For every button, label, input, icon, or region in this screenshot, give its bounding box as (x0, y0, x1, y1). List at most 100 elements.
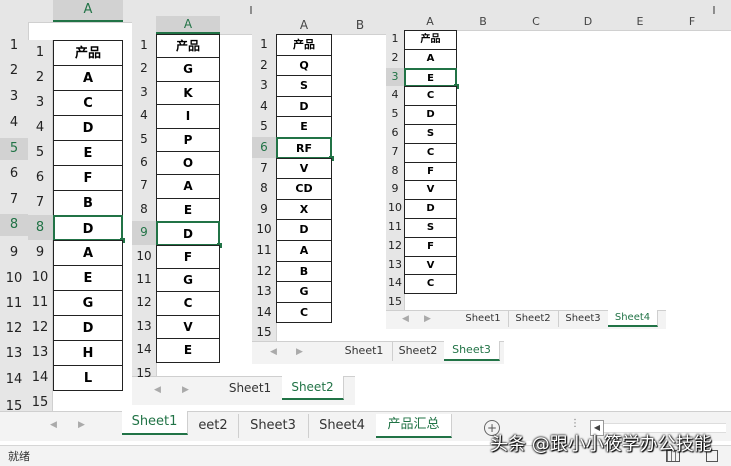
row-number[interactable]: 3 (386, 67, 404, 87)
row-number[interactable]: 10 (28, 265, 52, 290)
product-cell[interactable]: E (276, 116, 332, 138)
row-number[interactable]: 15 (132, 362, 156, 385)
tab-nav-next[interactable]: ▶ (296, 347, 303, 357)
more-options-icon[interactable]: ⋮ (570, 418, 580, 429)
row-number[interactable]: 8 (386, 162, 404, 181)
row-number[interactable]: 11 (252, 240, 276, 261)
row-number[interactable]: 5 (132, 128, 156, 151)
tab-sheet2[interactable]: Sheet2 (508, 310, 559, 327)
product-cell[interactable]: A (53, 240, 123, 266)
column-header-a[interactable]: A (404, 14, 456, 30)
row-number[interactable]: 5 (386, 105, 404, 124)
row-number[interactable]: 11 (386, 218, 404, 237)
product-cell[interactable]: D (276, 219, 332, 241)
tab-nav-prev[interactable]: ◀ (154, 385, 161, 395)
row-number[interactable]: 7 (0, 189, 28, 211)
row-number[interactable]: 9 (132, 221, 156, 245)
tab-sheet2[interactable]: Sheet2 (282, 376, 344, 400)
column-header-b[interactable]: B (332, 16, 388, 34)
product-cell[interactable]: G (276, 281, 332, 303)
product-cell[interactable]: C (156, 291, 220, 316)
row-number[interactable]: 13 (252, 281, 276, 302)
product-cell[interactable]: E (404, 67, 459, 90)
row-number[interactable]: 8 (28, 215, 52, 240)
product-cell[interactable]: E (53, 265, 123, 291)
tab-nav-prev[interactable]: ◀ (270, 347, 277, 357)
row-number[interactable]: 14 (28, 365, 52, 390)
tab-summary[interactable]: 产品汇总 (376, 414, 452, 438)
row-number[interactable]: 3 (28, 90, 52, 115)
row-number[interactable]: 14 (386, 274, 404, 293)
column-header-b[interactable]: B (457, 14, 509, 30)
row-number[interactable]: 7 (28, 190, 52, 215)
product-cell[interactable]: P (156, 127, 220, 152)
row-number[interactable]: 13 (386, 256, 404, 275)
product-cell[interactable]: V (156, 314, 220, 340)
row-number[interactable]: 1 (386, 30, 404, 49)
product-cell[interactable]: H (53, 340, 123, 366)
product-cell[interactable]: B (53, 190, 123, 216)
product-cell[interactable]: C (404, 274, 457, 295)
row-number[interactable]: 15 (28, 390, 52, 415)
row-number[interactable]: 7 (252, 158, 276, 179)
product-cell[interactable]: S (404, 124, 457, 144)
product-cell[interactable]: S (404, 218, 457, 238)
product-cell[interactable]: A (156, 174, 220, 199)
row-number[interactable]: 2 (0, 60, 28, 82)
row-number[interactable]: 6 (386, 124, 404, 143)
row-number[interactable]: 9 (28, 240, 52, 265)
tab-sheet1[interactable]: Sheet1 (218, 376, 283, 400)
row-number[interactable]: 3 (0, 86, 28, 108)
tab-sheet1[interactable]: Sheet1 (458, 310, 509, 327)
tab-nav-prev[interactable]: ◀ (50, 420, 57, 430)
product-cell[interactable]: E (53, 140, 123, 166)
row-number[interactable]: 1 (132, 34, 156, 57)
tab-sheet4[interactable]: Sheet4 (308, 414, 377, 438)
row-number[interactable]: 3 (252, 75, 276, 96)
product-cell[interactable]: G (156, 268, 220, 293)
row-number[interactable]: 11 (132, 268, 156, 291)
row-number[interactable]: 5 (28, 140, 52, 165)
column-header-c[interactable]: C (510, 14, 562, 30)
row-number[interactable]: 4 (0, 112, 28, 134)
tab-sheet3[interactable]: Sheet3 (238, 414, 309, 438)
row-number[interactable]: 3 (132, 81, 156, 104)
row-number[interactable]: 6 (252, 137, 276, 158)
tab-sheet1[interactable]: Sheet1 (122, 411, 188, 435)
product-cell[interactable]: L (53, 365, 123, 391)
tab-sheet3[interactable]: Sheet3 (558, 310, 609, 327)
product-cell[interactable]: F (53, 165, 123, 191)
column-header-a[interactable]: A (53, 0, 123, 22)
column-title-cell[interactable]: 产品 (276, 34, 332, 56)
tab-nav-next[interactable]: ▶ (182, 385, 189, 395)
row-number[interactable]: 10 (252, 219, 276, 240)
row-number[interactable]: 15 (386, 293, 404, 312)
product-cell[interactable]: D (404, 199, 457, 219)
row-number[interactable]: 5 (0, 138, 28, 160)
row-number[interactable]: 7 (386, 143, 404, 162)
column-header-a[interactable]: A (276, 16, 332, 34)
tab-nav-next[interactable]: ▶ (424, 314, 431, 324)
column-title-cell[interactable]: 产品 (404, 30, 457, 50)
row-number[interactable]: 13 (28, 340, 52, 365)
row-number[interactable]: 6 (0, 163, 28, 185)
row-number[interactable]: 10 (0, 268, 28, 290)
row-number[interactable]: 14 (252, 302, 276, 323)
row-number[interactable]: 10 (386, 199, 404, 218)
product-cell[interactable]: E (156, 197, 220, 223)
row-number[interactable]: 5 (252, 116, 276, 137)
tab-sheet4[interactable]: Sheet4 (608, 310, 658, 327)
row-number[interactable]: 14 (132, 338, 156, 361)
row-number[interactable]: 9 (0, 242, 28, 264)
column-header-f[interactable]: F (666, 14, 718, 30)
row-number[interactable]: 8 (0, 214, 28, 236)
product-cell[interactable]: X (276, 198, 332, 221)
product-cell[interactable]: F (404, 161, 457, 182)
row-number[interactable]: 12 (28, 315, 52, 340)
row-number[interactable]: 6 (28, 165, 52, 190)
product-cell[interactable]: I (156, 104, 220, 129)
row-number[interactable]: 8 (252, 178, 276, 199)
product-cell[interactable]: D (404, 105, 457, 125)
product-cell[interactable]: RF (276, 137, 334, 161)
row-number[interactable]: 1 (0, 35, 28, 57)
